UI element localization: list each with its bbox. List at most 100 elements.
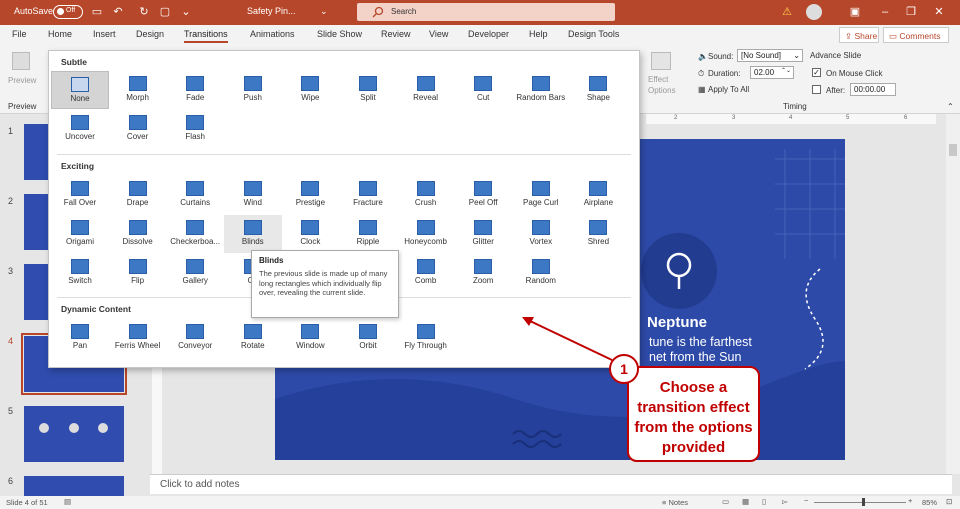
- transition-glitter[interactable]: Glitter: [454, 215, 512, 253]
- transition-shred[interactable]: Shred: [569, 215, 627, 253]
- transition-split[interactable]: Split: [339, 71, 397, 109]
- transition-honeycomb[interactable]: Honeycomb: [397, 215, 455, 253]
- transition-switch[interactable]: Switch: [51, 254, 109, 292]
- transition-rotate[interactable]: Rotate: [224, 319, 282, 357]
- effect-options-button[interactable]: Effect Options: [648, 74, 676, 96]
- transition-shape[interactable]: Shape: [569, 71, 627, 109]
- transition-push[interactable]: Push: [224, 71, 282, 109]
- transition-none[interactable]: None: [51, 71, 109, 109]
- transition-random[interactable]: Random: [512, 254, 570, 292]
- transition-crush[interactable]: Crush: [397, 176, 455, 214]
- tab-transitions[interactable]: Transitions: [184, 29, 228, 43]
- tab-design[interactable]: Design: [136, 29, 164, 39]
- after-input[interactable]: 00:00.00: [850, 83, 896, 96]
- transition-comb[interactable]: Comb: [397, 254, 455, 292]
- save-icon[interactable]: ▭: [90, 5, 104, 19]
- transition-cut[interactable]: Cut: [454, 71, 512, 109]
- transition-morph[interactable]: Morph: [109, 71, 167, 109]
- transition-vortex[interactable]: Vortex: [512, 215, 570, 253]
- transition-fracture[interactable]: Fracture: [339, 176, 397, 214]
- transition-blinds[interactable]: Blinds: [223, 215, 282, 253]
- reading-view-icon[interactable]: ▯: [762, 497, 766, 506]
- transition-prestige[interactable]: Prestige: [281, 176, 339, 214]
- vertical-scrollbar[interactable]: [946, 114, 960, 474]
- undo-icon[interactable]: ↶: [111, 5, 125, 19]
- preview-button[interactable]: Preview: [8, 76, 36, 85]
- zoom-out-icon[interactable]: −: [804, 496, 808, 505]
- transition-fall-over[interactable]: Fall Over: [51, 176, 109, 214]
- zoom-in-icon[interactable]: +: [908, 496, 912, 505]
- transition-wipe[interactable]: Wipe: [281, 71, 339, 109]
- transition-uncover[interactable]: Uncover: [51, 110, 109, 148]
- collapse-ribbon-icon[interactable]: ⌃: [947, 102, 954, 111]
- comments-button[interactable]: ▭ Comments: [883, 27, 949, 43]
- transition-flash[interactable]: Flash: [166, 110, 224, 148]
- search-input[interactable]: Search: [357, 3, 615, 21]
- duration-input[interactable]: 02.00 ⌃⌄: [750, 66, 794, 79]
- transition-clock[interactable]: Clock: [281, 215, 339, 253]
- transition-peel-off[interactable]: Peel Off: [454, 176, 512, 214]
- autosave-toggle[interactable]: Off: [53, 5, 83, 19]
- transition-wind[interactable]: Wind: [224, 176, 282, 214]
- tab-animations[interactable]: Animations: [250, 29, 295, 39]
- chevron-down-icon[interactable]: ⌄: [320, 6, 328, 17]
- redo-icon[interactable]: ↻: [137, 5, 151, 19]
- tab-file[interactable]: File: [12, 29, 27, 39]
- transition-curtains[interactable]: Curtains: [166, 176, 224, 214]
- tab-help[interactable]: Help: [529, 29, 548, 39]
- slide-sorter-icon[interactable]: ▦: [742, 497, 749, 506]
- tab-home[interactable]: Home: [48, 29, 72, 39]
- scrollbar-thumb[interactable]: [949, 144, 957, 156]
- slideshow-icon[interactable]: ▻: [782, 497, 788, 506]
- avatar[interactable]: [806, 4, 822, 20]
- slide-thumbnail[interactable]: [24, 406, 124, 462]
- transition-airplane[interactable]: Airplane: [569, 176, 627, 214]
- transition-window[interactable]: Window: [281, 319, 339, 357]
- tab-developer[interactable]: Developer: [468, 29, 509, 39]
- transition-reveal[interactable]: Reveal: [397, 71, 455, 109]
- transition-random-bars[interactable]: Random Bars: [512, 71, 570, 109]
- zoom-slider[interactable]: [814, 502, 906, 503]
- minimize-icon[interactable]: –: [878, 5, 892, 19]
- warning-icon[interactable]: ⚠: [780, 5, 794, 19]
- tab-slideshow[interactable]: Slide Show: [317, 29, 362, 39]
- transition-ferris-wheel[interactable]: Ferris Wheel: [109, 319, 167, 357]
- transition-drape[interactable]: Drape: [109, 176, 167, 214]
- transition-checkerboa[interactable]: Checkerboa...: [166, 215, 224, 253]
- on-mouse-click-checkbox[interactable]: ✓: [812, 68, 821, 77]
- tab-design-tools[interactable]: Design Tools: [568, 29, 619, 39]
- present-icon[interactable]: ▢: [158, 5, 172, 19]
- tab-view[interactable]: View: [429, 29, 448, 39]
- close-icon[interactable]: ✕: [932, 5, 946, 19]
- transition-ripple[interactable]: Ripple: [339, 215, 397, 253]
- transition-dissolve[interactable]: Dissolve: [109, 215, 167, 253]
- normal-view-icon[interactable]: ▭: [722, 497, 729, 506]
- zoom-level[interactable]: 85%: [922, 498, 937, 507]
- transition-flip[interactable]: Flip: [109, 254, 167, 292]
- tab-review[interactable]: Review: [381, 29, 411, 39]
- apply-to-all-button[interactable]: Apply To All: [708, 85, 749, 94]
- transition-page-curl[interactable]: Page Curl: [512, 176, 570, 214]
- transition-cover[interactable]: Cover: [109, 110, 167, 148]
- after-checkbox[interactable]: [812, 85, 821, 94]
- transition-fly-through[interactable]: Fly Through: [397, 319, 455, 357]
- transition-fade[interactable]: Fade: [166, 71, 224, 109]
- transition-pan[interactable]: Pan: [51, 319, 109, 357]
- transition-gallery[interactable]: Gallery: [166, 254, 224, 292]
- share-button[interactable]: ⇪ Share: [839, 27, 879, 43]
- accessibility-icon[interactable]: ▤: [64, 497, 71, 506]
- sound-select[interactable]: [No Sound] ⌄: [737, 49, 803, 62]
- preview-icon[interactable]: [12, 52, 30, 70]
- notes-button[interactable]: ≡ Notes: [662, 498, 688, 507]
- notes-pane[interactable]: Click to add notes: [150, 474, 952, 494]
- transition-conveyor[interactable]: Conveyor: [166, 319, 224, 357]
- zoom-slider-thumb[interactable]: [862, 498, 865, 506]
- transition-orbit[interactable]: Orbit: [339, 319, 397, 357]
- ribbon-display-icon[interactable]: ▣: [848, 5, 862, 19]
- customize-qat-icon[interactable]: ⌄: [179, 5, 193, 19]
- tab-insert[interactable]: Insert: [93, 29, 116, 39]
- restore-icon[interactable]: ❐: [904, 5, 918, 19]
- transition-zoom[interactable]: Zoom: [454, 254, 512, 292]
- transition-origami[interactable]: Origami: [51, 215, 109, 253]
- fit-slide-icon[interactable]: ⊡: [946, 497, 952, 506]
